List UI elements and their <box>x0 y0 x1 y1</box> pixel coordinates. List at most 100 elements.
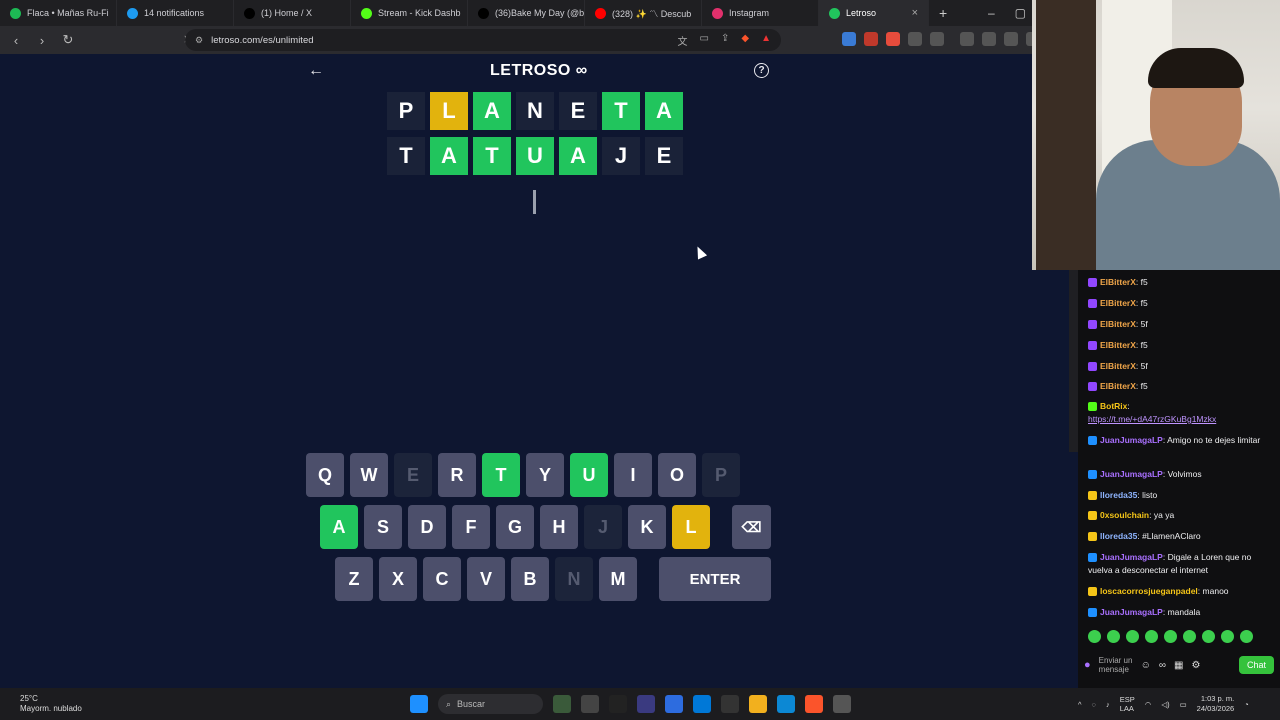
maximize-icon[interactable]: ▢ <box>1015 6 1026 20</box>
media-icon[interactable] <box>960 32 974 46</box>
widgets-icon[interactable] <box>553 695 571 713</box>
chat-username[interactable]: ElBitterX <box>1100 277 1136 287</box>
mic-icon[interactable]: ● <box>1084 659 1091 671</box>
volume-icon[interactable]: ◁) <box>1161 700 1169 709</box>
site-info-icon[interactable]: ⚙ <box>195 35 203 46</box>
wallet-icon[interactable] <box>1004 32 1018 46</box>
chat-link[interactable]: https://t.me/+dA47rzGKuBg1Mzkx <box>1088 414 1216 424</box>
emote-icon[interactable] <box>1183 630 1196 643</box>
minimize-icon[interactable]: – <box>988 6 995 20</box>
extension-icon[interactable] <box>842 32 856 46</box>
share-icon[interactable]: ⇪ <box>721 33 729 48</box>
back-arrow-icon[interactable]: ← <box>308 62 324 80</box>
language-indicator[interactable]: ESP LAA <box>1120 695 1135 713</box>
back-nav-icon[interactable]: ‹ <box>6 33 26 48</box>
key-q[interactable]: Q <box>306 453 344 497</box>
chat-username[interactable]: ElBitterX <box>1100 381 1136 391</box>
chat-username[interactable]: JuanJumagaLP <box>1100 552 1163 562</box>
key-n[interactable]: N <box>555 557 593 601</box>
help-icon[interactable]: ? <box>754 63 769 78</box>
browser-tab[interactable]: (36)Bake My Day (@ba <box>468 0 585 26</box>
key-f[interactable]: F <box>452 505 490 549</box>
chat-username[interactable]: ElBitterX <box>1100 298 1136 308</box>
emote-icon[interactable] <box>1202 630 1215 643</box>
chat-username[interactable]: lloreda35 <box>1100 490 1137 500</box>
close-tab-icon[interactable]: × <box>912 7 918 19</box>
chat-username[interactable]: ElBitterX <box>1100 361 1136 371</box>
terminal-icon[interactable] <box>721 695 739 713</box>
chat-username[interactable]: 0xsoulchain <box>1100 510 1149 520</box>
chat-username[interactable]: loscacorrosjueganpadel <box>1100 586 1198 596</box>
mic-tray-icon[interactable]: ♪ <box>1106 700 1110 709</box>
key-x[interactable]: X <box>379 557 417 601</box>
address-bar[interactable]: ⚙ letroso.com/es/unlimited 文 ▭ ⇪ ◆ ▲ <box>185 29 781 51</box>
key-a[interactable]: A <box>320 505 358 549</box>
puzzle-icon[interactable] <box>908 32 922 46</box>
key-v[interactable]: V <box>467 557 505 601</box>
obs-icon[interactable] <box>833 695 851 713</box>
emote-icon[interactable] <box>1221 630 1234 643</box>
key-i[interactable]: I <box>614 453 652 497</box>
chat-username[interactable]: BotRix <box>1100 401 1127 411</box>
key-h[interactable]: H <box>540 505 578 549</box>
key-r[interactable]: R <box>438 453 476 497</box>
key-z[interactable]: Z <box>335 557 373 601</box>
browser-tab[interactable]: Stream - Kick Dashb <box>351 0 468 26</box>
chat-input[interactable]: Enviar un mensaje <box>1099 656 1133 674</box>
chat-username[interactable]: lloreda35 <box>1100 531 1137 541</box>
key-u[interactable]: U <box>570 453 608 497</box>
infinity-icon[interactable]: ∞ <box>1159 660 1166 671</box>
store-icon[interactable] <box>693 695 711 713</box>
clock[interactable]: 1:03 p. m. 24/03/2026 <box>1197 694 1235 714</box>
key-d[interactable]: D <box>408 505 446 549</box>
backspace-key[interactable]: ⌫ <box>732 505 771 549</box>
sidebar-icon[interactable] <box>982 32 996 46</box>
store-icon[interactable]: ▦ <box>1174 660 1183 671</box>
emote-icon[interactable] <box>1126 630 1139 643</box>
chat-username[interactable]: ElBitterX <box>1100 340 1136 350</box>
key-w[interactable]: W <box>350 453 388 497</box>
chat-username[interactable]: JuanJumagaLP <box>1100 607 1163 617</box>
browser-tab[interactable]: Letroso × <box>819 0 929 26</box>
settings-gear-icon[interactable]: ⚙ <box>1191 660 1200 671</box>
chat-username[interactable]: JuanJumagaLP <box>1100 435 1163 445</box>
key-e[interactable]: E <box>394 453 432 497</box>
scrollbar[interactable] <box>1069 270 1078 452</box>
extension-icon[interactable] <box>886 32 900 46</box>
cast-icon[interactable]: ▭ <box>700 33 709 48</box>
brave-rewards-icon[interactable]: ▲ <box>761 33 771 48</box>
forward-nav-icon[interactable]: › <box>32 33 52 48</box>
key-k[interactable]: K <box>628 505 666 549</box>
chat-send-button[interactable]: Chat <box>1238 656 1274 674</box>
weather-widget[interactable]: 25°C Mayorm. nublado <box>20 694 82 714</box>
browser-tab[interactable]: (328) ✨ 〽 Descub <box>585 0 702 26</box>
key-j[interactable]: J <box>584 505 622 549</box>
key-s[interactable]: S <box>364 505 402 549</box>
chat-username[interactable]: ElBitterX <box>1100 319 1136 329</box>
capcut-icon[interactable] <box>609 695 627 713</box>
chat-username[interactable]: JuanJumagaLP <box>1100 469 1163 479</box>
key-g[interactable]: G <box>496 505 534 549</box>
screenshot-icon[interactable] <box>930 32 944 46</box>
app-icon[interactable] <box>637 695 655 713</box>
emote-icon[interactable] <box>1088 630 1101 643</box>
browser-tab[interactable]: (1) Home / X <box>234 0 351 26</box>
notifications-icon[interactable]: ◔ <box>1244 700 1249 709</box>
battery-icon[interactable]: ▭ <box>1180 700 1187 709</box>
file-icon[interactable] <box>581 695 599 713</box>
browser-tab[interactable]: Instagram <box>702 0 819 26</box>
tray-icon[interactable]: ◌ <box>1092 700 1096 709</box>
edge-icon[interactable] <box>777 695 795 713</box>
key-o[interactable]: O <box>658 453 696 497</box>
translate-icon[interactable]: 文 <box>678 33 688 48</box>
windows-start-icon[interactable] <box>410 695 428 713</box>
chevron-up-icon[interactable]: ^ <box>1078 700 1082 709</box>
key-y[interactable]: Y <box>526 453 564 497</box>
emoji-icon[interactable]: ☺ <box>1141 660 1151 671</box>
brave-icon[interactable] <box>805 695 823 713</box>
key-m[interactable]: M <box>599 557 637 601</box>
emote-icon[interactable] <box>1145 630 1158 643</box>
reload-icon[interactable]: ↻ <box>58 32 78 48</box>
key-p[interactable]: P <box>702 453 740 497</box>
key-b[interactable]: B <box>511 557 549 601</box>
